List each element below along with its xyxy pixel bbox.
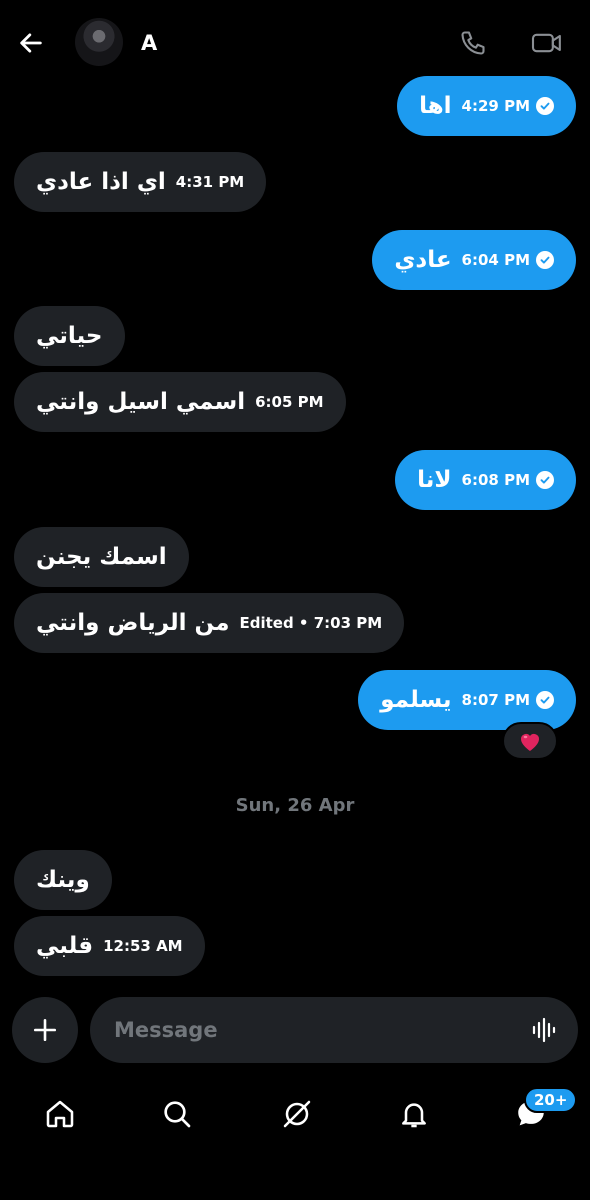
message-text: اسمك يجنن [36, 544, 167, 570]
message-outgoing[interactable]: يسلمو 8:07 PM [358, 670, 576, 730]
date-separator: Sun, 26 Apr [235, 795, 355, 816]
back-button[interactable] [14, 26, 48, 60]
arrow-left-icon [20, 33, 42, 53]
message-incoming[interactable]: من الرياض وانتي Edited • 7:03 PM [14, 593, 405, 653]
read-check-icon [536, 97, 554, 115]
grok-icon [283, 1100, 311, 1128]
messages-badge: 20+ [524, 1087, 578, 1113]
video-call-button[interactable] [528, 26, 566, 60]
phone-icon [461, 31, 485, 55]
plus-icon [33, 1018, 57, 1042]
bottom-navigation [0, 1080, 590, 1150]
voice-message-button[interactable] [528, 1013, 562, 1047]
message-incoming[interactable]: حياتي [14, 306, 125, 366]
message-field [90, 997, 578, 1063]
avatar[interactable] [75, 18, 123, 66]
nav-grok[interactable] [277, 1094, 317, 1134]
message-time: 6:08 PM [461, 471, 530, 489]
search-icon [164, 1101, 191, 1128]
message-time: Edited • 7:03 PM [239, 614, 383, 632]
message-incoming[interactable]: قلبي 12:53 AM [14, 916, 205, 976]
waveform-icon [532, 1017, 556, 1043]
read-check-icon [536, 471, 554, 489]
contact-name[interactable]: A [141, 31, 157, 55]
message-text: من الرياض وانتي [36, 610, 230, 636]
message-composer [0, 995, 590, 1067]
message-outgoing[interactable]: اها 4:29 PM [397, 76, 576, 136]
message-reaction[interactable] [502, 722, 558, 760]
nav-home[interactable] [40, 1094, 80, 1134]
message-text: عادي [394, 247, 452, 273]
message-time: 6:05 PM [255, 393, 324, 411]
message-meta: 6:08 PM [462, 471, 554, 489]
message-text: اها [419, 93, 452, 119]
message-text: قلبي [36, 933, 94, 959]
message-incoming[interactable]: اي اذا عادي 4:31 PM [14, 152, 267, 212]
message-time: 4:31 PM [175, 173, 245, 191]
message-text: وينك [36, 867, 90, 893]
message-text: حياتي [36, 323, 103, 349]
bell-icon [402, 1103, 426, 1128]
message-meta: 6:04 PM [462, 251, 554, 269]
message-time: 4:29 PM [461, 97, 530, 115]
chat-header: A [0, 0, 590, 86]
message-outgoing[interactable]: لانا 6:08 PM [395, 450, 576, 510]
message-incoming[interactable]: اسمك يجنن [14, 527, 189, 587]
message-time: 6:04 PM [461, 251, 530, 269]
add-attachment-button[interactable] [12, 997, 78, 1063]
heart-icon [521, 734, 539, 751]
video-camera-icon [531, 33, 561, 53]
message-incoming[interactable]: اسمي اسيل وانتي 6:05 PM [14, 372, 346, 432]
read-check-icon [536, 691, 554, 709]
message-meta: 8:07 PM [462, 691, 554, 709]
message-input[interactable] [114, 997, 514, 1063]
message-text: لانا [417, 467, 452, 493]
message-text: اسمي اسيل وانتي [36, 389, 246, 415]
message-text: اي اذا عادي [36, 169, 166, 195]
nav-notifications[interactable] [394, 1094, 434, 1134]
message-incoming[interactable]: وينك [14, 850, 112, 910]
message-outgoing[interactable]: عادي 6:04 PM [372, 230, 576, 290]
home-icon [46, 1100, 74, 1128]
message-time: 8:07 PM [461, 691, 530, 709]
nav-search[interactable] [157, 1094, 197, 1134]
message-time: 12:53 AM [103, 937, 183, 955]
message-meta: 4:29 PM [462, 97, 554, 115]
read-check-icon [536, 251, 554, 269]
call-button[interactable] [456, 26, 490, 60]
message-text: يسلمو [380, 687, 452, 713]
